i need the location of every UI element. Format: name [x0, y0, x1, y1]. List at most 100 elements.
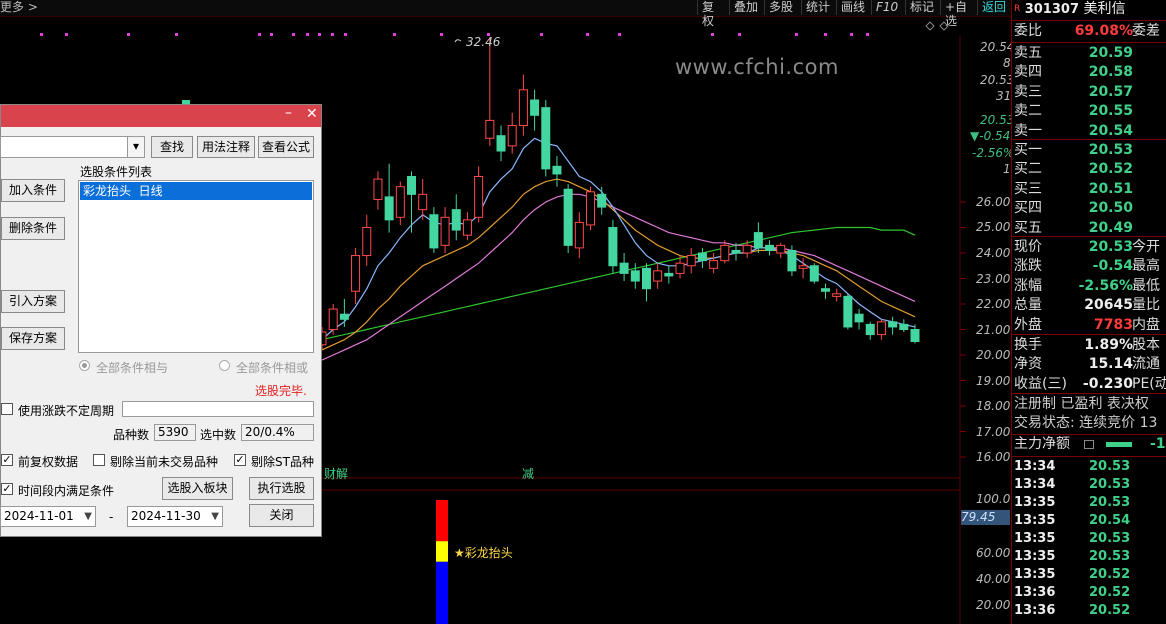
stat-row: 涨跌 -0.54 最高	[1014, 257, 1166, 276]
candle-body	[384, 196, 394, 221]
indicator-current-value: 79.45	[961, 510, 1010, 525]
formula-select[interactable]	[0, 136, 129, 158]
signal-dot	[331, 33, 334, 36]
bid-value: 20.49	[1088, 219, 1133, 236]
signal-dot	[850, 33, 853, 36]
delete-condition-button[interactable]: 删除条件	[1, 217, 65, 240]
date-to-value: 2024-11-30	[131, 509, 201, 523]
candle-body	[496, 135, 506, 152]
stat-label: 换手	[1014, 337, 1042, 353]
toolbar-button-mark[interactable]: 标记	[905, 0, 939, 15]
condition-list[interactable]: 彩龙抬头 日线	[78, 180, 314, 353]
more-menu[interactable]: 更多 >	[0, 0, 38, 14]
indicator-axis-tick: 20.00	[976, 598, 1011, 612]
run-screen-button[interactable]: 执行选股	[249, 477, 314, 500]
reduce-marker[interactable]: 减	[522, 465, 534, 482]
chevron-down-icon[interactable]: ▼	[84, 507, 92, 526]
selected-label: 选中数	[200, 428, 237, 442]
stock-header: R 301307 美利信	[1014, 0, 1166, 19]
finance-marker[interactable]: 财解	[324, 465, 348, 482]
bid-label: 买三	[1014, 180, 1042, 197]
indicator-bar-red	[436, 500, 448, 542]
radio-or[interactable]	[219, 360, 230, 371]
import-plan-button[interactable]: 引入方案	[1, 290, 65, 313]
candle-body	[440, 216, 450, 246]
tick-time: 13:36	[1014, 585, 1056, 600]
toolbar-button-overlay[interactable]: 叠加	[729, 0, 763, 15]
toolbar-button-add-watch[interactable]: +自选	[940, 0, 976, 28]
stat-value: -0.230	[1082, 375, 1133, 392]
candle-body	[899, 323, 909, 330]
tick-row: 13:35 20.53	[1014, 494, 1164, 512]
tick-price: 20.52	[1089, 567, 1131, 582]
stat-value: -2.56%	[1078, 277, 1133, 294]
condition-item[interactable]: 彩龙抬头 日线	[80, 182, 312, 200]
tick-row: 13:34 20.53	[1014, 458, 1164, 476]
use-period-checkbox[interactable]	[1, 403, 13, 415]
radio-and[interactable]	[79, 360, 90, 371]
peak-price-label: 32.46	[466, 35, 501, 49]
signal-dot	[795, 33, 798, 36]
stat-value: 1.89%	[1084, 337, 1133, 353]
find-button[interactable]: 查找	[151, 136, 193, 158]
save-plan-button[interactable]: 保存方案	[1, 327, 65, 350]
to-block-button[interactable]: 选股入板块	[162, 477, 233, 500]
bid-label: 买二	[1014, 161, 1042, 178]
close-icon[interactable]: ✕	[306, 106, 318, 122]
dialog-title-bar[interactable]: – ✕	[1, 105, 321, 127]
candle-body	[865, 323, 875, 336]
exclude-st-checkbox[interactable]: ✓	[234, 454, 246, 466]
tick-row: 13:35 20.53	[1014, 530, 1164, 548]
tick-time: 13:34	[1014, 477, 1056, 492]
chevron-down-icon[interactable]: ▾	[127, 136, 145, 158]
axis-pos-tick: 20.53	[980, 113, 1015, 127]
date-from-input[interactable]: 2024-11-01 ▼	[0, 506, 96, 527]
selected-value: 20/0.4%	[241, 424, 314, 441]
price-axis-tick: 26.00	[976, 195, 1011, 209]
stat-label2: 今开	[1132, 239, 1160, 255]
radio-and-label: 全部条件相与	[96, 361, 169, 375]
ask-label: 卖一	[1014, 122, 1042, 139]
count-value: 5390	[154, 424, 196, 441]
bar-chart-icon[interactable]	[1084, 440, 1094, 449]
stat-row: 外盘 7783 内盘	[1014, 316, 1166, 335]
bid-value: 20.50	[1088, 200, 1133, 217]
toolbar-button-fuquan[interactable]: 复权	[697, 0, 728, 28]
toolbar-button-f10[interactable]: F10	[871, 0, 904, 15]
signal-dot	[540, 33, 543, 36]
usage-button[interactable]: 用法注释	[197, 136, 255, 158]
candle-body	[765, 244, 775, 251]
period-input[interactable]	[122, 401, 314, 417]
axis-pos-tick: 20.53	[980, 73, 1015, 87]
close-button[interactable]: 关闭	[249, 504, 314, 527]
signal-dot	[270, 33, 273, 36]
toolbar-button-multi[interactable]: 多股	[764, 0, 800, 15]
date-to-input[interactable]: 2024-11-30 ▼	[127, 506, 223, 527]
toolbar-button-back[interactable]: 返回	[977, 0, 1010, 15]
tick-price: 20.54	[1089, 513, 1131, 528]
signal-dot	[65, 33, 68, 36]
candle-body	[809, 265, 819, 282]
main-flow-label: 主力净额	[1014, 436, 1070, 452]
stat-label2: 内盘	[1132, 316, 1160, 333]
add-condition-button[interactable]: 加入条件	[1, 179, 65, 202]
minimize-icon[interactable]: –	[285, 105, 292, 121]
view-formula-button[interactable]: 查看公式	[258, 136, 314, 158]
price-axis-tick: 25.00	[976, 220, 1011, 234]
price-axis-tick: 24.00	[976, 246, 1011, 260]
toolbar-button-stats[interactable]: 统计	[801, 0, 835, 15]
candle-body	[697, 252, 707, 262]
stat-row: 现价 20.53 今开	[1014, 238, 1166, 257]
signal-dot	[318, 33, 321, 36]
candle-body	[362, 227, 372, 257]
toolbar-button-draw[interactable]: 画线	[836, 0, 870, 15]
prev-adj-checkbox[interactable]: ✓	[1, 454, 13, 466]
price-axis-tick: 18.00	[976, 399, 1011, 413]
price-axis-tick: 20.00	[976, 348, 1011, 362]
candle-body	[776, 244, 786, 254]
chevron-down-icon[interactable]: ▼	[211, 507, 219, 526]
exclude-untraded-checkbox[interactable]	[93, 454, 105, 466]
time-range-checkbox[interactable]: ✓	[1, 483, 13, 495]
candle-body	[832, 293, 842, 297]
signal-dot	[40, 33, 43, 36]
